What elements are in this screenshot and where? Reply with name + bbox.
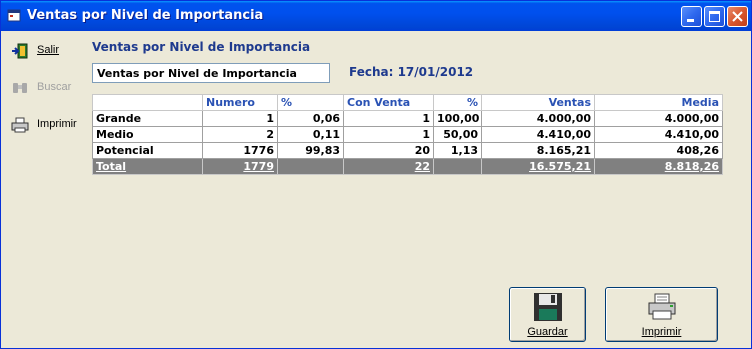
table-cell[interactable]: 100,00 bbox=[433, 110, 482, 127]
table-cell[interactable]: 0,11 bbox=[277, 126, 344, 143]
sidebar: Salir Buscar Imprimir bbox=[4, 31, 82, 347]
table-cell[interactable]: 1 bbox=[343, 126, 434, 143]
table-cell[interactable]: 0,06 bbox=[277, 110, 344, 127]
column-header[interactable]: % bbox=[277, 94, 344, 111]
client-area: Salir Buscar Imprimir Ventas por Nivel d… bbox=[4, 31, 748, 347]
column-header[interactable]: Media bbox=[594, 94, 723, 111]
table-cell[interactable]: 20 bbox=[343, 142, 434, 159]
sidebar-item-label: Imprimir bbox=[37, 118, 77, 130]
table-cell[interactable]: 50,00 bbox=[433, 126, 482, 143]
table-header-row: Numero % Con Venta % Ventas Media bbox=[92, 94, 723, 111]
guardar-button[interactable]: Guardar bbox=[509, 287, 586, 342]
total-cell[interactable] bbox=[277, 158, 344, 175]
app-icon bbox=[7, 9, 21, 22]
page-title: Ventas por Nivel de Importancia bbox=[92, 40, 311, 54]
binoculars-icon bbox=[13, 83, 27, 93]
column-header[interactable]: Ventas bbox=[481, 94, 595, 111]
maximize-button[interactable] bbox=[704, 6, 725, 27]
table-cell[interactable]: Medio bbox=[92, 126, 203, 143]
table-cell[interactable]: 8.165,21 bbox=[481, 142, 595, 159]
column-header[interactable]: Con Venta bbox=[343, 94, 434, 111]
table-cell[interactable]: 4.410,00 bbox=[594, 126, 723, 143]
table-cell[interactable]: 4.000,00 bbox=[594, 110, 723, 127]
table-cell[interactable]: 1776 bbox=[202, 142, 278, 159]
sidebar-item-label: Buscar bbox=[37, 81, 72, 93]
table-cell[interactable]: Grande bbox=[92, 110, 203, 127]
total-cell[interactable]: 8.818,26 bbox=[594, 158, 723, 175]
column-header[interactable]: Numero bbox=[202, 94, 278, 111]
table-cell[interactable]: 408,26 bbox=[594, 142, 723, 159]
total-cell[interactable]: 16.575,21 bbox=[481, 158, 595, 175]
table-row[interactable]: Grande 1 0,06 1 100,00 4.000,00 4.000,00 bbox=[92, 110, 723, 127]
sidebar-item-imprimir[interactable]: Imprimir bbox=[4, 110, 82, 140]
minimize-button[interactable] bbox=[681, 6, 702, 27]
report-name-field[interactable]: Ventas por Nivel de Importancia bbox=[92, 63, 330, 83]
sidebar-item-label: Salir bbox=[37, 44, 60, 56]
table-cell[interactable]: 4.410,00 bbox=[481, 126, 595, 143]
imprimir-label: Imprimir bbox=[641, 326, 682, 338]
column-header[interactable]: % bbox=[433, 94, 482, 111]
guardar-label: Guardar bbox=[527, 326, 568, 338]
date-label: Fecha: 17/01/2012 bbox=[349, 65, 474, 79]
sidebar-item-buscar[interactable]: Buscar bbox=[4, 73, 82, 103]
imprimir-button[interactable]: Imprimir bbox=[605, 287, 718, 342]
exit-icon bbox=[12, 43, 28, 59]
table-cell[interactable]: 99,83 bbox=[277, 142, 344, 159]
sidebar-item-salir[interactable]: Salir bbox=[4, 36, 82, 66]
floppy-disk-icon bbox=[533, 293, 562, 321]
printer-icon bbox=[11, 117, 29, 133]
table-cell[interactable]: 4.000,00 bbox=[481, 110, 595, 127]
total-cell[interactable] bbox=[433, 158, 482, 175]
table-cell[interactable]: 1,13 bbox=[433, 142, 482, 159]
app-window: Ventas por Nivel de Importancia Salir Bu… bbox=[0, 0, 752, 349]
column-header[interactable] bbox=[92, 94, 203, 111]
table-total-row[interactable]: Total 1779 22 16.575,21 8.818,26 bbox=[92, 158, 723, 175]
window-title: Ventas por Nivel de Importancia bbox=[27, 8, 264, 23]
table-cell[interactable]: 1 bbox=[343, 110, 434, 127]
table-cell[interactable]: Potencial bbox=[92, 142, 203, 159]
minimize-icon bbox=[687, 19, 694, 22]
table-cell[interactable]: 2 bbox=[202, 126, 278, 143]
maximize-icon bbox=[709, 11, 720, 22]
sales-table: Numero % Con Venta % Ventas Media Grande… bbox=[92, 94, 723, 175]
table-row[interactable]: Medio 2 0,11 1 50,00 4.410,00 4.410,00 bbox=[92, 126, 723, 143]
close-icon bbox=[732, 11, 743, 22]
close-button[interactable] bbox=[727, 6, 748, 27]
printer-icon bbox=[648, 293, 675, 320]
total-cell[interactable]: 1779 bbox=[202, 158, 278, 175]
table-row[interactable]: Potencial 1776 99,83 20 1,13 8.165,21 40… bbox=[92, 142, 723, 159]
table-cell[interactable]: 1 bbox=[202, 110, 278, 127]
total-cell[interactable]: Total bbox=[92, 158, 203, 175]
title-bar[interactable]: Ventas por Nivel de Importancia bbox=[1, 1, 751, 31]
total-cell[interactable]: 22 bbox=[343, 158, 434, 175]
